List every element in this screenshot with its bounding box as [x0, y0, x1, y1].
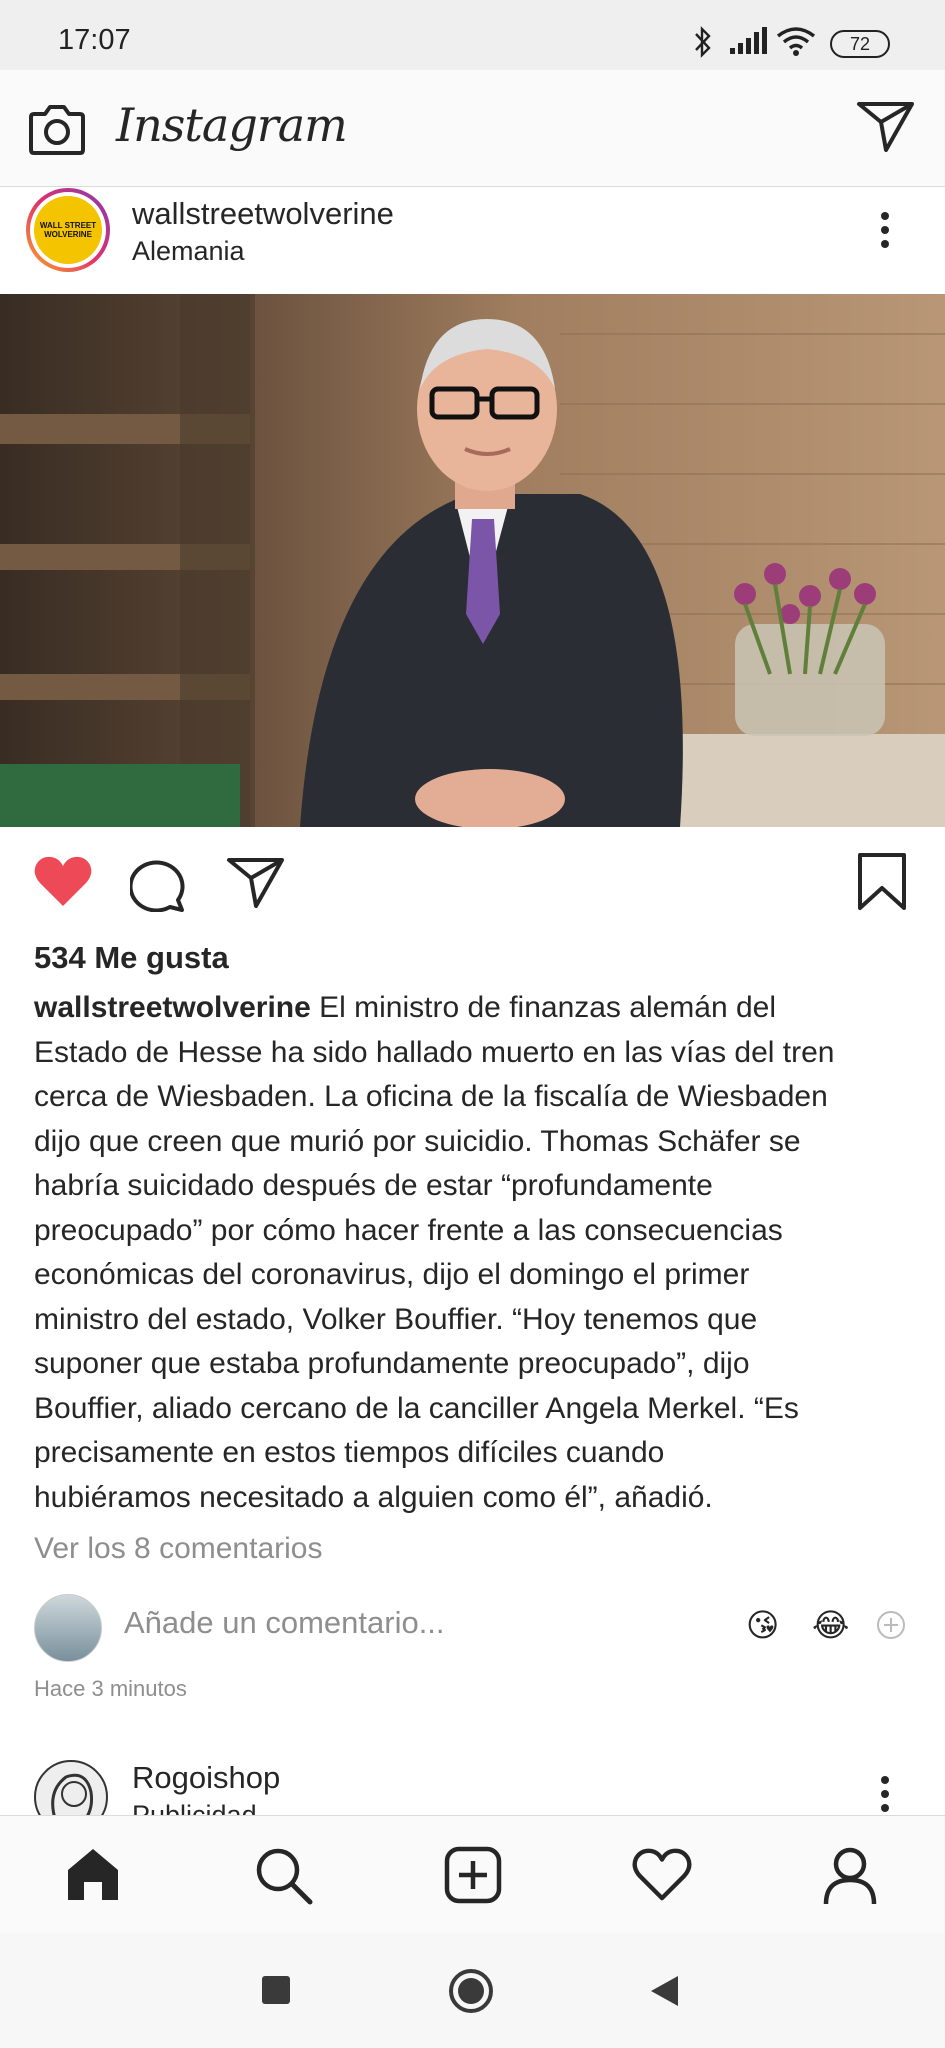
caption-line: suponer que estaba profundamente preocup… [34, 1347, 750, 1380]
instagram-logo: Instagram [116, 98, 348, 152]
post-timestamp: Hace 3 minutos [34, 1676, 187, 1701]
status-time: 17:07 [58, 24, 131, 56]
back-icon[interactable] [648, 1974, 680, 2008]
caption-line: Estado de Hesse ha sido hallado muerto e… [34, 1035, 835, 1069]
post-caption: wallstreetwolverine El ministro de finan… [34, 986, 914, 1520]
caption-line: preocupado” por cómo hacer frente a las … [34, 1213, 783, 1247]
post-author-avatar[interactable]: WALL STREET WOLVERINE [26, 188, 110, 272]
caption-line: Bouffier, aliado cercano de la canciller… [34, 1391, 799, 1425]
likes-count[interactable]: 534 Me gusta [34, 940, 229, 976]
direct-message-icon[interactable] [856, 100, 916, 154]
post-photo[interactable] [0, 294, 945, 827]
add-post-icon[interactable] [444, 1846, 502, 1904]
search-icon[interactable] [254, 1846, 314, 1906]
post-image [0, 294, 945, 827]
home-icon[interactable] [64, 1846, 122, 1902]
caption-line: cerca de Wiesbaden. La oficina de la fis… [34, 1080, 828, 1113]
bookmark-icon[interactable] [856, 852, 908, 912]
more-options-icon[interactable] [870, 210, 900, 250]
caption-line: económicas del coronavirus, dijo el domi… [34, 1258, 750, 1291]
caption-line: ministro del estado, Volker Bouffier. “H… [34, 1302, 758, 1336]
next-post-username[interactable]: Rogoishop [132, 1760, 280, 1796]
battery-indicator: 72 [830, 30, 890, 58]
emoji-kiss-button[interactable]: 😘 [746, 1606, 779, 1644]
add-emoji-icon[interactable] [876, 1610, 906, 1640]
next-post-more-options-icon[interactable] [870, 1774, 900, 1814]
camera-icon[interactable] [28, 102, 86, 156]
avatar-logo-text: WALL STREET WOLVERINE [34, 196, 102, 264]
current-user-avatar [34, 1594, 102, 1662]
comment-icon[interactable] [130, 856, 190, 912]
caption-line: habría suicidado después de estar “profu… [34, 1169, 713, 1202]
caption-line: precisamente en estos tiempos difíciles … [34, 1436, 665, 1469]
caption-line: El ministro de finanzas alemán del [310, 991, 777, 1024]
profile-icon[interactable] [822, 1846, 878, 1906]
heart-icon[interactable] [32, 854, 94, 910]
recent-apps-icon[interactable] [262, 1976, 290, 2004]
activity-icon[interactable] [632, 1848, 692, 1902]
view-comments-link[interactable]: Ver los 8 comentarios [34, 1532, 322, 1566]
wifi-icon [776, 27, 816, 56]
caption-line: dijo que creen que murió por suicidio. T… [34, 1124, 801, 1158]
caption-line: hubiéramos necesitado a alguien como él”… [34, 1480, 713, 1514]
home-system-icon[interactable] [448, 1968, 494, 2014]
signal-icon [730, 27, 767, 54]
comment-input[interactable] [124, 1605, 684, 1641]
share-icon[interactable] [226, 856, 286, 910]
post-username[interactable]: wallstreetwolverine [132, 196, 394, 232]
post-location[interactable]: Alemania [132, 236, 245, 267]
caption-username[interactable]: wallstreetwolverine [34, 991, 311, 1024]
bluetooth-icon [695, 26, 711, 58]
emoji-laugh-button[interactable]: 😂 [812, 1606, 849, 1644]
